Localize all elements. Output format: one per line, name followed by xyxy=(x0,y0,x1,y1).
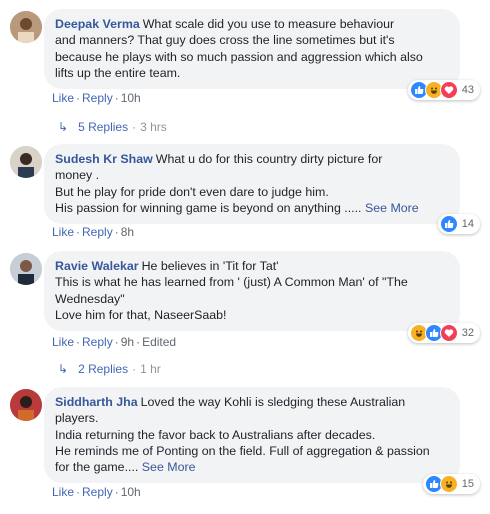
reaction-count: 15 xyxy=(461,478,474,490)
see-more-link[interactable]: See More xyxy=(142,460,196,474)
replies-count[interactable]: 5 Replies xyxy=(78,120,128,134)
comment-text: His passion for winning game is beyond o… xyxy=(55,200,362,215)
comment-author-link[interactable]: Deepak Verma xyxy=(55,17,140,31)
comment-text: Love him for that, NaseerSaab! xyxy=(55,307,227,322)
reply-button[interactable]: Reply xyxy=(82,335,113,349)
comment-timestamp[interactable]: 8h xyxy=(121,225,134,239)
reply-button[interactable]: Reply xyxy=(82,91,113,105)
comment-text: players. xyxy=(55,411,99,426)
comment-bubble: Siddharth Jha Loved the way Kohli is sled… xyxy=(44,387,460,484)
haha-icon xyxy=(439,475,458,493)
reply-button[interactable]: Reply xyxy=(82,485,113,499)
edited-link[interactable]: Edited xyxy=(142,335,176,349)
comment-text: Loved the way Kohli is sledging these Au… xyxy=(140,395,406,409)
reaction-count: 14 xyxy=(461,218,474,230)
comment-text: But he play for pride don't even dare to… xyxy=(55,184,329,199)
avatar[interactable] xyxy=(10,11,42,43)
comment-text: He reminds me of Ponting on the field. F… xyxy=(55,443,430,458)
avatar[interactable] xyxy=(10,253,42,285)
reply-button[interactable]: Reply xyxy=(82,225,113,239)
comment-actions: Like · Reply · 8h xyxy=(52,225,135,239)
love-icon xyxy=(439,81,458,99)
comment-timestamp[interactable]: 9h xyxy=(121,335,134,349)
avatar[interactable] xyxy=(10,389,42,421)
comment-author-link[interactable]: Siddharth Jha xyxy=(55,395,138,409)
reply-arrow-icon: ↳ xyxy=(58,120,69,134)
comment-bubble: Sudesh Kr Shaw What u do for this country… xyxy=(44,144,460,225)
comment-text: What scale did you use to measure behavi… xyxy=(142,17,395,31)
replies-time: 3 hrs xyxy=(140,120,167,134)
view-replies-link[interactable]: ↳ 2 Replies · 1 hr xyxy=(58,362,161,376)
like-button[interactable]: Like xyxy=(52,225,74,239)
comment-timestamp[interactable]: 10h xyxy=(121,485,141,499)
comment-text: India returning the favor back to Austra… xyxy=(55,427,376,442)
comment-text: This is what he has learned from ' (just… xyxy=(55,275,408,290)
love-icon xyxy=(439,324,458,342)
comment-text: money . xyxy=(55,168,100,183)
comment-author-link[interactable]: Sudesh Kr Shaw xyxy=(55,152,153,166)
comment-actions: Like · Reply · 10h xyxy=(52,91,141,105)
see-more-link[interactable]: See More xyxy=(365,201,419,215)
reactions-summary[interactable]: 15 xyxy=(422,474,480,494)
comment-actions: Like · Reply · 9h · Edited xyxy=(52,335,177,349)
reactions-summary[interactable]: 32 xyxy=(407,323,480,343)
reactions-summary[interactable]: 43 xyxy=(407,80,480,100)
like-button[interactable]: Like xyxy=(52,91,74,105)
like-icon xyxy=(439,215,458,233)
like-button[interactable]: Like xyxy=(52,485,74,499)
comment-text: because he plays with so much passion an… xyxy=(55,49,423,64)
comment-text: lifts up the entire team. xyxy=(55,65,181,80)
comment-bubble: Ravie Walekar He believes in 'Tit for Tat… xyxy=(44,251,460,332)
comment-text: He believes in 'Tit for Tat' xyxy=(141,259,279,273)
comment-author-link[interactable]: Ravie Walekar xyxy=(55,259,139,273)
comment-timestamp[interactable]: 10h xyxy=(121,91,141,105)
reply-arrow-icon: ↳ xyxy=(58,362,69,376)
like-button[interactable]: Like xyxy=(52,335,74,349)
comment-bubble: Deepak Verma What scale did you use to me… xyxy=(44,9,460,90)
reaction-count: 32 xyxy=(461,327,474,339)
comment-text: What u do for this country dirty picture… xyxy=(155,152,383,166)
comment-text: and manners? That guy does cross the lin… xyxy=(55,33,395,48)
comment-text: for the game.... xyxy=(55,460,139,475)
view-replies-link[interactable]: ↳ 5 Replies · 3 hrs xyxy=(58,120,167,134)
comment-text: Wednesday" xyxy=(55,291,125,306)
replies-time: 1 hr xyxy=(140,362,161,376)
reaction-count: 43 xyxy=(461,84,474,96)
comment-actions: Like · Reply · 10h xyxy=(52,485,141,499)
replies-count[interactable]: 2 Replies xyxy=(78,362,128,376)
reactions-summary[interactable]: 14 xyxy=(437,214,480,234)
avatar[interactable] xyxy=(10,146,42,178)
